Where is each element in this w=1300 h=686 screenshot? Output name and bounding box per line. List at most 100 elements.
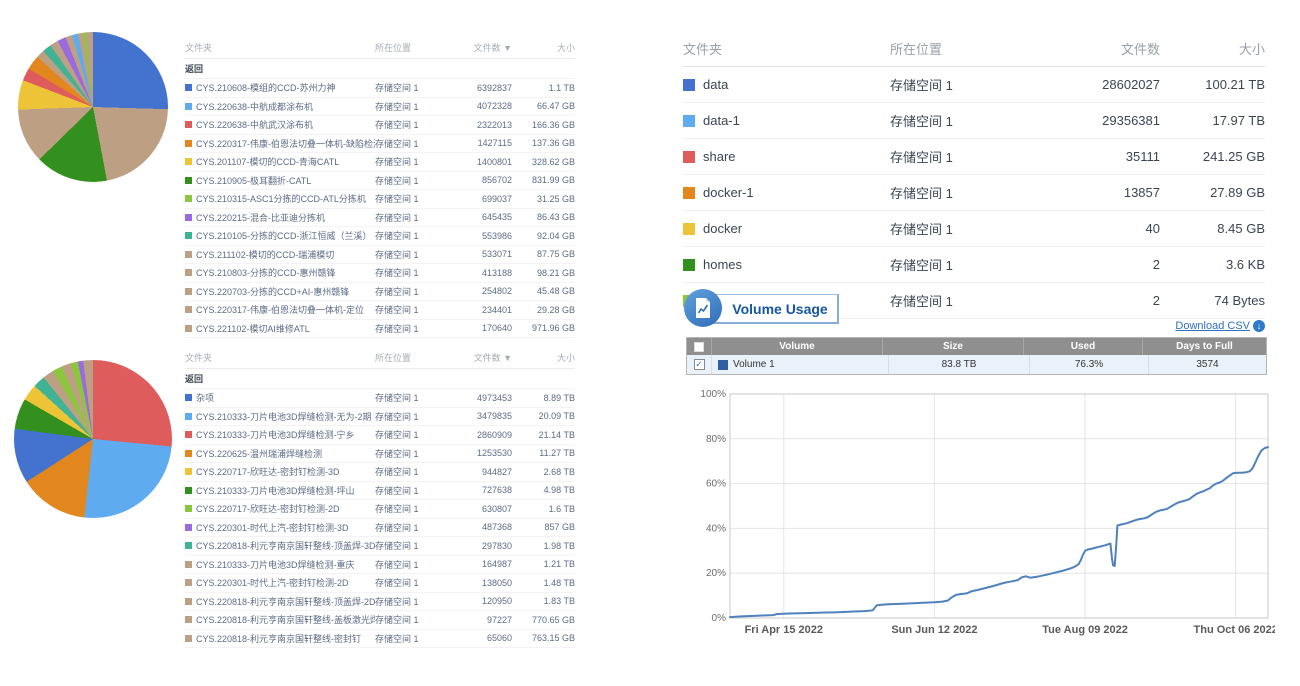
- folder-color-swatch: [185, 121, 192, 128]
- folder-row[interactable]: CYS.220625-温州瑞浦焊缝检测存储空间 1125353011.27 TB: [185, 445, 575, 464]
- folder-row[interactable]: CYS.210905-极耳翻折-CATL存储空间 1856702831.99 G…: [185, 172, 575, 191]
- folder-size-pie-chart-top[interactable]: [18, 32, 168, 182]
- download-csv-link[interactable]: Download CSV: [1175, 320, 1250, 332]
- volume-row[interactable]: ✓Volume 183.8 TB76.3%3574: [687, 355, 1266, 374]
- folder-size: 137.36 GB: [512, 138, 575, 148]
- folder-row[interactable]: CYS.220818-利元亨南京国轩整线-密封钉存储空间 165060763.1…: [185, 630, 575, 649]
- folder-row[interactable]: CYS.221102-模切AI维修ATL存储空间 1170640971.96 G…: [185, 320, 575, 339]
- column-header-folder[interactable]: 文件夹: [185, 351, 375, 364]
- download-icon[interactable]: ↓: [1253, 320, 1265, 332]
- folder-row[interactable]: CYS.220638-中航成都涂布机存储空间 1407232866.47 GB: [185, 98, 575, 117]
- shared-folder-row[interactable]: data-1存储空间 12935638117.97 TB: [683, 103, 1265, 139]
- column-header-filecount[interactable]: 文件数: [1075, 39, 1160, 58]
- folder-row[interactable]: CYS.210333-刀片电池3D焊缝检测-宁乡存储空间 1286090921.…: [185, 426, 575, 445]
- folder-location: 存储空间 1: [375, 521, 437, 534]
- folder-name: CYS.220638-中航武汉涂布机: [196, 118, 313, 131]
- folder-location: 存储空间 1: [375, 229, 437, 242]
- folder-row[interactable]: CYS.220818-利元亨南京国轩整线-顶盖焊-3D存储空间 12978301…: [185, 537, 575, 556]
- folder-color-swatch: [185, 450, 192, 457]
- folder-size: 1.48 TB: [512, 578, 575, 588]
- column-header-size[interactable]: 大小: [512, 41, 575, 54]
- folder-name: CYS.220215-混合-比亚迪分拣机: [196, 211, 325, 224]
- folder-name: CYS.210315-ASC1分拣的CCD-ATL分拣机: [196, 192, 366, 205]
- x-axis-tick-label: Thu Oct 06 2022: [1194, 624, 1275, 636]
- column-header-location[interactable]: 所在位置: [375, 41, 437, 54]
- folder-row[interactable]: CYS.220638-中航武汉涂布机存储空间 12322013166.36 GB: [185, 116, 575, 135]
- folder-row[interactable]: CYS.220703-分拣的CCD+AI-惠州赣锋存储空间 125480245.…: [185, 283, 575, 302]
- folder-name: data-1: [703, 113, 740, 128]
- folder-name-cell: CYS.220638-中航武汉涂布机: [185, 118, 375, 131]
- volume-checkbox[interactable]: ✓: [694, 359, 705, 370]
- folder-name: docker: [703, 221, 742, 236]
- folder-size: 763.15 GB: [512, 633, 575, 643]
- shared-table-header: 文件夹所在位置文件数大小: [683, 30, 1265, 67]
- folder-name-cell: CYS.210315-ASC1分拣的CCD-ATL分拣机: [185, 192, 375, 205]
- folder-location: 存储空间 1: [375, 613, 437, 626]
- folder-name-cell: docker: [683, 221, 890, 236]
- folder-row[interactable]: CYS.220317-伟康-伯恩法切叠一体机-缺陷检测存储空间 11427115…: [185, 135, 575, 154]
- back-row[interactable]: 返回: [185, 59, 575, 79]
- shared-folder-row[interactable]: docker-1存储空间 11385727.89 GB: [683, 175, 1265, 211]
- folder-row[interactable]: CYS.220818-利元亨南京国轩整线-顶盖焊-2D存储空间 11209501…: [185, 593, 575, 612]
- folder-row[interactable]: CYS.210105-分拣的CCD-浙江恒威（兰溪）存储空间 155398692…: [185, 227, 575, 246]
- folder-size-pie-chart-bottom[interactable]: [14, 360, 172, 518]
- folder-row[interactable]: CYS.210803-分拣的CCD-惠州赣锋存储空间 141318898.21 …: [185, 264, 575, 283]
- shared-folder-row[interactable]: homes存储空间 123.6 KB: [683, 247, 1265, 283]
- folder-file-count: 97227: [437, 615, 512, 625]
- column-header-size[interactable]: 大小: [1160, 39, 1265, 58]
- folder-row[interactable]: CYS.210333-刀片电池3D焊缝检测-无为-2期存储空间 13479835…: [185, 408, 575, 427]
- folder-color-swatch: [185, 306, 192, 313]
- folder-row[interactable]: CYS.220301-时代上汽-密封钉检测-2D存储空间 11380501.48…: [185, 574, 575, 593]
- folder-row[interactable]: CYS.201107-模切的CCD-青海CATL存储空间 11400801328…: [185, 153, 575, 172]
- folder-row[interactable]: CYS.210333-刀片电池3D焊缝检测-重庆存储空间 11649871.21…: [185, 556, 575, 575]
- folder-name-cell: CYS.220625-温州瑞浦焊缝检测: [185, 447, 375, 460]
- column-header-folder[interactable]: 文件夹: [683, 39, 890, 58]
- folder-row[interactable]: CYS.220215-混合-比亚迪分拣机存储空间 164543586.43 GB: [185, 209, 575, 228]
- folder-row[interactable]: CYS.220818-利元亨南京国轩整线-盖板激光焊接-...存储空间 1972…: [185, 611, 575, 630]
- column-header-filecount[interactable]: 文件数 ▼: [437, 351, 512, 364]
- folder-name-cell: data: [683, 77, 890, 92]
- folder-size: 8.45 GB: [1160, 221, 1265, 236]
- folder-size: 74 Bytes: [1160, 293, 1265, 308]
- shared-folder-row[interactable]: data存储空间 128602027100.21 TB: [683, 67, 1265, 103]
- folder-color-swatch: [185, 598, 192, 605]
- folder-row[interactable]: CYS.220317-伟康-伯恩法切叠一体机-定位存储空间 123440129.…: [185, 301, 575, 320]
- folder-file-count: 1400801: [437, 157, 512, 167]
- folder-row[interactable]: CYS.210608-模组的CCD-苏州力神存储空间 163928371.1 T…: [185, 79, 575, 98]
- folder-size: 21.14 TB: [512, 430, 575, 440]
- shared-folder-row[interactable]: share存储空间 135111241.25 GB: [683, 139, 1265, 175]
- folder-location: 存储空间 1: [375, 428, 437, 441]
- back-row[interactable]: 返回: [185, 369, 575, 389]
- folder-row[interactable]: CYS.220717-欣旺达-密封钉检测-2D存储空间 16308071.6 T…: [185, 500, 575, 519]
- folder-file-count: 170640: [437, 323, 512, 333]
- folder-row[interactable]: CYS.220717-欣旺达-密封钉检测-3D存储空间 19448272.68 …: [185, 463, 575, 482]
- folder-name: CYS.220625-温州瑞浦焊缝检测: [196, 447, 322, 460]
- column-header-location[interactable]: 所在位置: [375, 351, 437, 364]
- folder-row[interactable]: CYS.220301-时代上汽-密封钉检测-3D存储空间 1487368857 …: [185, 519, 575, 538]
- folder-size: 31.25 GB: [512, 194, 575, 204]
- folder-name-cell: CYS.220301-时代上汽-密封钉检测-2D: [185, 576, 375, 589]
- shared-folder-row[interactable]: docker存储空间 1408.45 GB: [683, 211, 1265, 247]
- folder-row[interactable]: CYS.211102-模切的CCD-瑞浦模切存储空间 153307187.75 …: [185, 246, 575, 265]
- folder-size: 971.96 GB: [512, 323, 575, 333]
- folder-size: 857 GB: [512, 522, 575, 532]
- select-all-checkbox[interactable]: [694, 342, 704, 352]
- column-header-size[interactable]: 大小: [512, 351, 575, 364]
- shared-folders-table: 文件夹所在位置文件数大小data存储空间 128602027100.21 TBd…: [683, 30, 1265, 319]
- folder-name: CYS.220818-利元亨南京国轩整线-密封钉: [196, 632, 361, 645]
- folder-color-swatch: [185, 394, 192, 401]
- folder-color-swatch: [185, 214, 192, 221]
- folder-file-count: 138050: [437, 578, 512, 588]
- column-header-location[interactable]: 所在位置: [890, 39, 1075, 58]
- column-header-folder[interactable]: 文件夹: [185, 41, 375, 54]
- folder-name-cell: CYS.220818-利元亨南京国轩整线-盖板激光焊接-...: [185, 613, 375, 626]
- column-header-filecount[interactable]: 文件数 ▼: [437, 41, 512, 54]
- folder-size: 2.68 TB: [512, 467, 575, 477]
- folder-location: 存储空间 1: [375, 539, 437, 552]
- folder-row[interactable]: CYS.210333-刀片电池3D焊缝检测-坪山存储空间 17276384.98…: [185, 482, 575, 501]
- folder-name-cell: CYS.220818-利元亨南京国轩整线-顶盖焊-2D: [185, 595, 375, 608]
- y-axis-tick-label: 100%: [700, 389, 726, 400]
- folder-row[interactable]: CYS.210315-ASC1分拣的CCD-ATL分拣机存储空间 1699037…: [185, 190, 575, 209]
- folder-file-count: 2322013: [437, 120, 512, 130]
- folder-row[interactable]: 杂项存储空间 149734538.89 TB: [185, 389, 575, 408]
